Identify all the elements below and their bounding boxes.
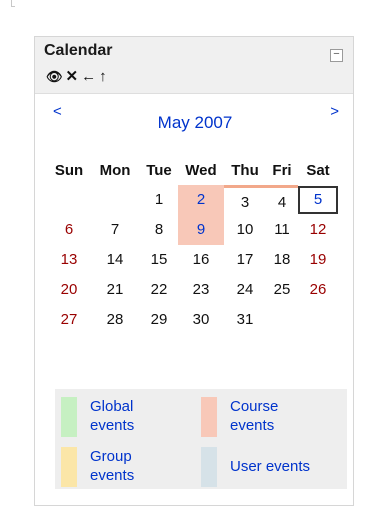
month-navigation: < May 2007 > (45, 101, 345, 133)
calendar-week-row: 27 28 29 30 31 (48, 305, 350, 335)
day-cell[interactable]: 18 (266, 245, 298, 275)
event-legend: Global events Course events Group events… (55, 389, 347, 489)
day-cell[interactable]: 4 (266, 185, 298, 215)
day-cell[interactable]: 12 (298, 215, 338, 245)
calendar-grid: Sun Mon Tue Wed Thu Fri Sat 1 2 3 4 5 6 7 8 9 10 1… (48, 157, 350, 335)
day-cell[interactable]: 6 (48, 215, 90, 245)
day-cell[interactable]: 25 (266, 275, 298, 305)
calendar-week-row: 12345 (48, 185, 350, 215)
empty-day-cell (298, 305, 338, 335)
weekday-thu: Thu (231, 162, 259, 179)
day-cell[interactable]: 31 (224, 305, 266, 335)
day-cell[interactable]: 17 (224, 245, 266, 275)
empty-day-cell (90, 185, 140, 215)
day-cell[interactable]: 26 (298, 275, 338, 305)
course-events-link[interactable]: Course events (230, 397, 320, 435)
day-cell[interactable]: 22 (140, 275, 178, 305)
weekday-tue: Tue (146, 162, 172, 179)
day-cell[interactable]: 10 (224, 215, 266, 245)
month-title-link[interactable]: May 2007 (45, 113, 345, 133)
day-cell[interactable]: 24 (224, 275, 266, 305)
legend-group: Group events (61, 447, 180, 487)
weekday-sun: Sun (54, 162, 84, 179)
day-cell[interactable]: 29 (140, 305, 178, 335)
day-cell[interactable]: 11 (266, 215, 298, 245)
legend-global: Global events (61, 397, 180, 437)
weekday-sat: Sat (306, 162, 330, 179)
weekday-mon: Mon (99, 162, 131, 179)
block-title: Calendar (44, 42, 113, 59)
day-cell[interactable]: 19 (298, 245, 338, 275)
day-cell[interactable]: 5 (298, 186, 338, 214)
close-icon[interactable]: ✕ (66, 69, 79, 84)
legend-user: User events (201, 447, 320, 487)
calendar-week-row: 20 21 22 23 24 25 26 (48, 275, 350, 305)
day-cell[interactable]: 28 (90, 305, 140, 335)
weekday-header-row: Sun Mon Tue Wed Thu Fri Sat (48, 157, 350, 185)
user-events-link[interactable]: User events (230, 447, 320, 487)
day-cell[interactable]: 7 (90, 215, 140, 245)
weekday-wed: Wed (185, 162, 217, 179)
legend-course: Course events (201, 397, 320, 437)
global-swatch (61, 397, 77, 437)
day-cell[interactable]: 2 (178, 185, 224, 215)
group-swatch (61, 447, 77, 487)
block-header: Calendar − 👁 ✕ ← ↑ (35, 37, 353, 94)
collapse-icon[interactable]: − (330, 49, 343, 62)
day-cell[interactable]: 3 (224, 185, 266, 215)
day-cell[interactable]: 13 (48, 245, 90, 275)
day-cell[interactable]: 1 (140, 185, 178, 215)
day-cell[interactable]: 15 (140, 245, 178, 275)
day-cell[interactable]: 8 (140, 215, 178, 245)
day-cell[interactable]: 27 (48, 305, 90, 335)
day-cell[interactable]: 30 (178, 305, 224, 335)
calendar-weeks: 1 2 3 4 5 6 7 8 9 10 11 12 13 14 15 16 17 18 19 20 21 22 23 24 2… (48, 185, 350, 335)
day-cell[interactable]: 14 (90, 245, 140, 275)
left-arrow-icon[interactable]: ← (81, 69, 96, 84)
empty-day-cell (48, 185, 90, 215)
user-swatch (201, 447, 217, 487)
eye-icon[interactable]: 👁 (46, 69, 63, 84)
day-cell[interactable]: 9 (178, 215, 224, 245)
empty-day-cell (266, 305, 298, 335)
calendar-week-row: 6 7 8 9 10 11 12 (48, 215, 350, 245)
global-events-link[interactable]: Global events (90, 397, 180, 435)
page-edge-mark (11, 0, 15, 7)
day-cell[interactable]: 16 (178, 245, 224, 275)
day-cell[interactable]: 21 (90, 275, 140, 305)
day-cell[interactable]: 20 (48, 275, 90, 305)
course-swatch (201, 397, 217, 437)
calendar-block: Calendar − 👁 ✕ ← ↑ < May 2007 > Sun Mon … (34, 36, 354, 506)
block-controls: 👁 ✕ ← ↑ (46, 69, 107, 84)
day-cell[interactable]: 23 (178, 275, 224, 305)
next-month-link[interactable]: > (330, 103, 339, 120)
calendar-week-row: 13 14 15 16 17 18 19 (48, 245, 350, 275)
weekday-fri: Fri (272, 162, 292, 179)
up-arrow-icon[interactable]: ↑ (99, 69, 107, 84)
group-events-link[interactable]: Group events (90, 447, 180, 485)
